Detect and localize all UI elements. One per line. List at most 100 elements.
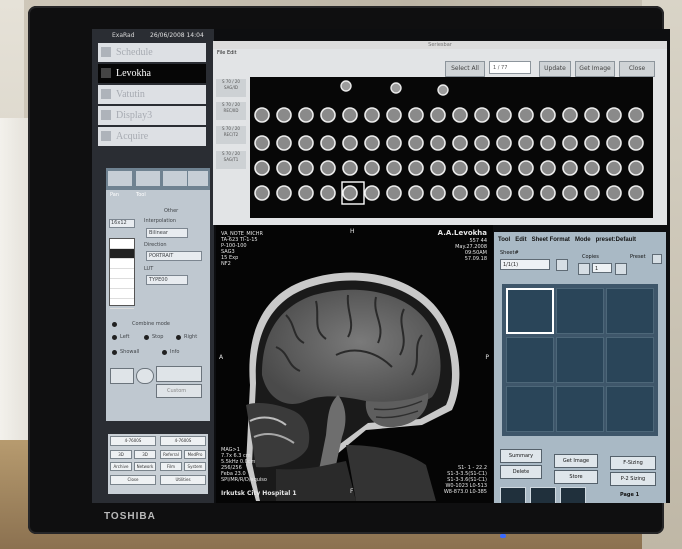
thumbnail-grid-image [254,80,644,205]
interpolation-select[interactable]: Bilinear [146,228,188,238]
print-get-image-button[interactable]: Get Image [554,454,598,468]
image-index-field[interactable]: 1 / 77 [489,61,531,74]
arrows-icon[interactable] [163,171,187,186]
menu-sheet-format[interactable]: Sheet Format [532,237,570,243]
print-menu-bar: Tool Edit Sheet Format Mode preset:Defau… [498,237,636,243]
info-radio[interactable] [162,350,167,355]
grid-icon[interactable] [108,171,132,186]
f-sizing-button[interactable]: F-Sizing [610,456,656,470]
film-cell[interactable] [506,288,554,334]
series-label-4[interactable]: S 70 / 20 SAG/T1 [216,151,246,169]
delete-button[interactable]: Delete [500,465,542,479]
showall-radio[interactable] [112,350,117,355]
film-layout-grid[interactable] [502,284,658,436]
monitor-bezel: TOSHIBA ExaRad 26/06/2008 14:04 Schedule… [28,6,670,538]
store-button[interactable]: Store [554,470,598,484]
close-window-button[interactable]: Close [619,61,655,77]
layout-thumb-3-icon[interactable] [560,487,586,503]
medpro-button[interactable]: MedPro [184,450,206,459]
menu-tool[interactable]: Tool [498,237,510,243]
get-image-button[interactable]: Get Image [575,61,615,77]
combine-mode-radio[interactable] [112,322,117,327]
lut-select[interactable]: TYPE00 [146,275,188,285]
film-cell[interactable] [506,337,554,383]
select-all-button[interactable]: Select All [445,61,485,77]
rectangle-tool-button[interactable] [110,368,134,384]
sheet-field[interactable]: 1/1(1) [500,259,550,270]
series-label-1[interactable]: S 70 / 20 SAG/ID [216,79,246,97]
menu-acquire[interactable]: Acquire [98,127,206,146]
ellipse-tool-button[interactable] [136,368,154,384]
network-button[interactable]: Network [134,462,156,471]
menu-edit[interactable]: Edit [515,237,526,243]
sheet-up-icon[interactable] [556,259,568,271]
menu-patient-vatutin[interactable]: Vatutin [98,85,206,104]
overlay-bottom-right: S1- 1 - 22.2 S1-3-3.5(S1-C1) S1-3-3.6(S1-… [443,465,487,495]
custom-button[interactable]: Custom [156,384,202,398]
copies-up-icon[interactable] [578,263,590,275]
film-cell[interactable] [556,386,604,432]
film-layout-panel: Tool Edit Sheet Format Mode preset:Defau… [494,232,666,503]
film-cell[interactable] [606,288,654,334]
display-options-panel: Pan Tool Other 16x12 Interpolation Bilin… [106,190,210,421]
menu-display3[interactable]: Display3 [98,106,206,125]
patient-name: A.A.Levokha [437,229,487,237]
printer-1-button[interactable]: 4-7600S [110,436,156,446]
interpolation-label: Interpolation [144,218,176,224]
direction-select[interactable]: PORTRAIT [146,251,202,261]
preset-dropdown-icon[interactable] [652,254,662,264]
update-button[interactable]: Update [539,61,571,77]
copies-down-icon[interactable] [615,263,627,275]
series-list[interactable] [109,238,135,309]
system-button[interactable]: System [184,462,206,471]
menu-schedule[interactable]: Schedule [98,43,206,62]
menu-mode[interactable]: Mode [575,237,591,243]
power-led-icon [500,534,506,538]
combine-mode-label: Combine mode [132,321,170,327]
tab-tool[interactable]: Tool [136,192,146,198]
stop-radio[interactable] [144,335,149,340]
screen: ExaRad 26/06/2008 14:04 Schedule Levokha… [92,29,670,503]
tool-tab-icons [106,168,210,190]
left-label: Left [120,334,130,340]
utilities-button[interactable]: Utilities [160,475,206,485]
series-label-2[interactable]: S 70 / 20 REC/IID [216,102,246,120]
3d-button[interactable]: 3D [110,450,132,459]
menu-preset[interactable]: preset:Default [596,237,636,243]
film-cell[interactable] [606,337,654,383]
printer-2-button[interactable]: 4-7600S [160,436,206,446]
pen-icon[interactable] [188,171,208,186]
other-label: Other [164,208,179,214]
close-button[interactable]: Close [110,475,156,485]
archive-button[interactable]: Archive [110,462,132,471]
pan-icon[interactable] [136,171,160,186]
right-radio[interactable] [176,335,181,340]
auto-button[interactable] [156,366,202,382]
patient-icon [101,89,111,99]
thumbnail-strip[interactable] [250,77,653,218]
window-menu[interactable]: File Edit [217,50,237,56]
film-cell[interactable] [556,337,604,383]
film-cell[interactable] [606,386,654,432]
3d-second-button[interactable]: 3D [134,450,156,459]
layout-thumb-1-icon[interactable] [500,487,526,503]
summary-button[interactable]: Summary [500,449,542,463]
series-label-3[interactable]: S 70 / 20 REC/T2 [216,126,246,144]
copies-field[interactable]: 1 [592,263,612,273]
series-bar-window: Seriesbar File Edit Select All 1 / 77 Up… [213,41,667,225]
preset-label: Preset [630,254,646,260]
left-radio[interactable] [112,335,117,340]
menu-patient-levokha[interactable]: Levokha [98,64,206,83]
overlay-bottom-left: MAG>1 7.7x 6.3 cm 5.5kHz 0.0cm 256/256 Feb… [221,447,267,483]
tab-pan[interactable]: Pan [110,192,119,198]
film-cell[interactable] [556,288,604,334]
stop-label: Stop [152,334,164,340]
layout-select[interactable]: 16x12 [109,219,135,228]
film-cell[interactable] [506,386,554,432]
layout-thumb-2-icon[interactable] [530,487,556,503]
overlay-top-right: A.A.Levokha 557 44 May.27.2008 09:50AM 57.… [437,229,487,262]
p2-sizing-button[interactable]: P-2 Sizing [610,472,656,486]
mri-viewer[interactable]: VA_NOTE_MICHR TA-623 TI-1-15 P-100-100 SAG… [216,225,493,503]
referral-button[interactable]: Referral [160,450,182,459]
film-button[interactable]: Film [160,462,182,471]
